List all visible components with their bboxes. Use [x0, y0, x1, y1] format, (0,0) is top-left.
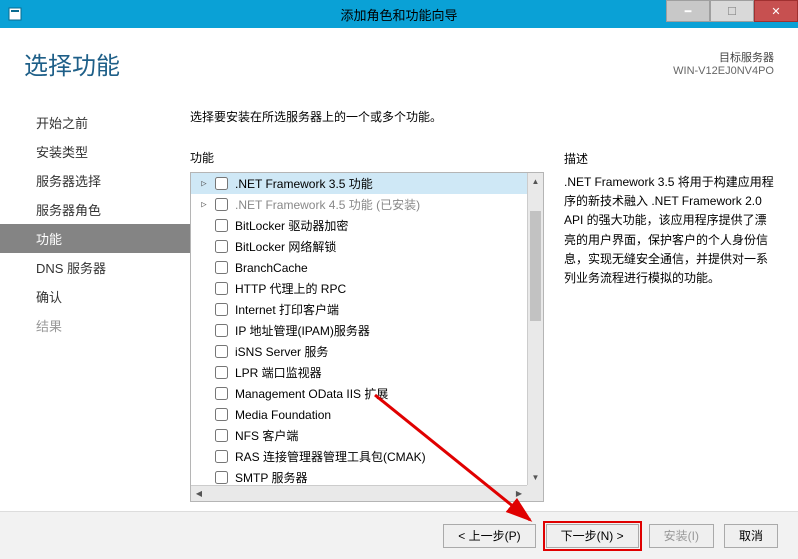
feature-item[interactable]: ▷RAS 连接管理器管理工具包(CMAK) [191, 446, 527, 467]
scroll-thumb[interactable] [530, 211, 541, 321]
app-icon [4, 3, 26, 25]
title-bar: 添加角色和功能向导 ━ ☐ ✕ [0, 0, 798, 28]
feature-label: iSNS Server 服务 [235, 343, 328, 360]
scroll-down-icon[interactable]: ▼ [528, 469, 543, 485]
feature-item[interactable]: ▷Management OData IIS 扩展 [191, 383, 527, 404]
wizard-step[interactable]: 结果 [0, 311, 190, 340]
feature-checkbox[interactable] [215, 303, 228, 316]
feature-checkbox[interactable] [215, 240, 228, 253]
feature-item[interactable]: ▷NFS 客户端 [191, 425, 527, 446]
feature-checkbox[interactable] [215, 261, 228, 274]
feature-label: BitLocker 驱动器加密 [235, 217, 348, 234]
description-text: .NET Framework 3.5 将用于构建应用程序的新技术融入 .NET … [564, 173, 774, 288]
features-tree[interactable]: ▷ .NET Framework 3.5 功能 ▷ .NET Framework 4.… [190, 172, 544, 502]
feature-checkbox[interactable] [215, 177, 228, 190]
wizard-step[interactable]: DNS 服务器 [0, 253, 190, 282]
feature-label: .NET Framework 3.5 功能 [235, 175, 373, 192]
feature-checkbox[interactable] [215, 387, 228, 400]
cancel-button[interactable]: 取消 [724, 524, 778, 548]
horizontal-scrollbar[interactable]: ◀ ▶ [191, 485, 527, 501]
feature-label: HTTP 代理上的 RPC [235, 280, 346, 297]
feature-checkbox[interactable] [215, 324, 228, 337]
feature-checkbox[interactable] [215, 198, 228, 211]
feature-item[interactable]: ▷BitLocker 网络解锁 [191, 236, 527, 257]
feature-label: BitLocker 网络解锁 [235, 238, 336, 255]
wizard-step[interactable]: 服务器角色 [0, 195, 190, 224]
feature-checkbox[interactable] [215, 471, 228, 484]
feature-item[interactable]: ▷HTTP 代理上的 RPC [191, 278, 527, 299]
feature-label: Media Foundation [235, 408, 331, 422]
feature-item[interactable]: ▷LPR 端口监视器 [191, 362, 527, 383]
feature-label: LPR 端口监视器 [235, 364, 322, 381]
target-server-value: WIN-V12EJ0NV4PO [673, 65, 774, 77]
feature-checkbox[interactable] [215, 366, 228, 379]
feature-label: NFS 客户端 [235, 427, 298, 444]
feature-label: SMTP 服务器 [235, 469, 307, 485]
feature-checkbox[interactable] [215, 219, 228, 232]
scroll-corner [527, 485, 543, 501]
feature-checkbox[interactable] [215, 345, 228, 358]
feature-checkbox[interactable] [215, 450, 228, 463]
feature-item[interactable]: ▷Internet 打印客户端 [191, 299, 527, 320]
wizard-step[interactable]: 开始之前 [0, 108, 190, 137]
wizard-step[interactable]: 确认 [0, 282, 190, 311]
feature-label: RAS 连接管理器管理工具包(CMAK) [235, 448, 426, 465]
expand-icon[interactable]: ▷ [197, 179, 211, 189]
feature-item[interactable]: ▷ .NET Framework 4.5 功能 (已安装) [191, 194, 527, 215]
maximize-button[interactable]: ☐ [710, 0, 754, 22]
feature-item[interactable]: ▷BitLocker 驱动器加密 [191, 215, 527, 236]
scroll-right-icon[interactable]: ▶ [511, 486, 527, 501]
feature-item[interactable]: ▷Media Foundation [191, 404, 527, 425]
page-header: 选择功能 目标服务器 WIN-V12EJ0NV4PO [0, 28, 798, 98]
target-server-label: 目标服务器 [673, 49, 774, 65]
intro-text: 选择要安装在所选服务器上的一个或多个功能。 [190, 108, 544, 125]
expand-icon[interactable]: ▷ [197, 200, 211, 210]
feature-item[interactable]: ▷SMTP 服务器 [191, 467, 527, 485]
wizard-step[interactable]: 功能 [0, 224, 190, 253]
vertical-scrollbar[interactable]: ▲ ▼ [527, 173, 543, 485]
feature-label: Management OData IIS 扩展 [235, 385, 388, 402]
page-title: 选择功能 [24, 46, 120, 81]
wizard-step[interactable]: 服务器选择 [0, 166, 190, 195]
wizard-steps: 开始之前安装类型服务器选择服务器角色功能DNS 服务器确认结果 [0, 28, 190, 511]
minimize-button[interactable]: ━ [666, 0, 710, 22]
next-button[interactable]: 下一步(N) > [546, 524, 639, 548]
feature-label: BranchCache [235, 261, 308, 275]
feature-checkbox[interactable] [215, 429, 228, 442]
previous-button[interactable]: < 上一步(P) [443, 524, 535, 548]
feature-label: Internet 打印客户端 [235, 301, 339, 318]
feature-item[interactable]: ▷iSNS Server 服务 [191, 341, 527, 362]
feature-item[interactable]: ▷BranchCache [191, 257, 527, 278]
wizard-footer: < 上一步(P) 下一步(N) > 安装(I) 取消 [0, 511, 798, 559]
feature-checkbox[interactable] [215, 408, 228, 421]
description-heading: 描述 [564, 150, 774, 167]
install-button[interactable]: 安装(I) [649, 524, 714, 548]
feature-label: IP 地址管理(IPAM)服务器 [235, 322, 370, 339]
scroll-up-icon[interactable]: ▲ [528, 173, 543, 189]
close-button[interactable]: ✕ [754, 0, 798, 22]
feature-label: .NET Framework 4.5 功能 (已安装) [235, 196, 420, 213]
features-heading: 功能 [190, 149, 544, 166]
wizard-step[interactable]: 安装类型 [0, 137, 190, 166]
scroll-left-icon[interactable]: ◀ [191, 486, 207, 501]
window-title: 添加角色和功能向导 [340, 5, 457, 24]
target-server-block: 目标服务器 WIN-V12EJ0NV4PO [673, 49, 774, 77]
feature-item[interactable]: ▷IP 地址管理(IPAM)服务器 [191, 320, 527, 341]
feature-item[interactable]: ▷ .NET Framework 3.5 功能 [191, 173, 527, 194]
feature-checkbox[interactable] [215, 282, 228, 295]
